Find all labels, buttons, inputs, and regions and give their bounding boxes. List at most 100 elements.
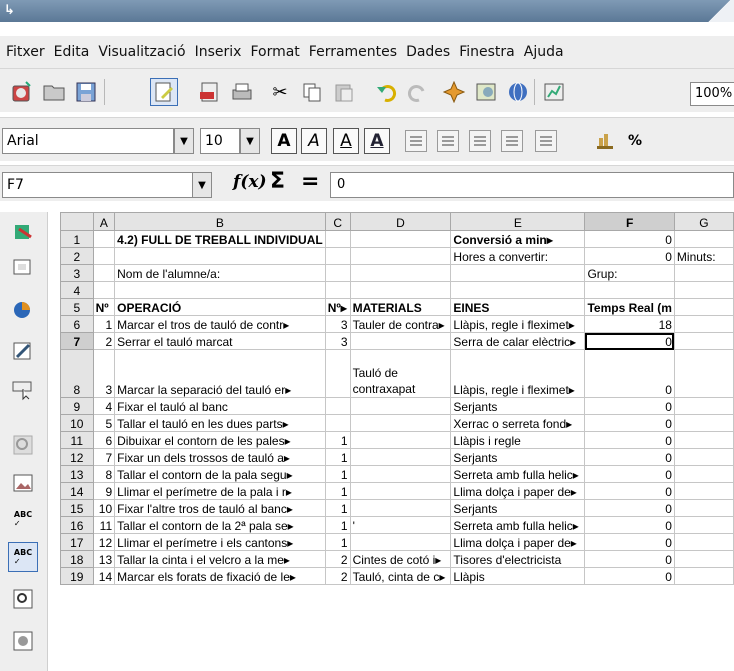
find-icon[interactable]	[8, 584, 38, 614]
align-right-icon[interactable]	[469, 130, 491, 152]
column-header[interactable]: A	[92, 212, 116, 231]
cell-a[interactable]: 9	[92, 482, 116, 500]
export-pdf-icon[interactable]	[196, 78, 224, 106]
cell-d[interactable]	[349, 431, 452, 449]
cell-e[interactable]: Tisores d'electricista	[450, 550, 586, 568]
row-header[interactable]: 17	[60, 533, 94, 551]
cell-g[interactable]	[673, 230, 734, 248]
menu-inserix[interactable]: Inserix	[193, 44, 249, 60]
cell-b[interactable]: Llimar el perímetre i els cantons▸	[114, 533, 326, 551]
cell-b[interactable]: Tallar la cinta i el velcro a la me▸	[114, 550, 326, 568]
cell-f[interactable]: 0	[584, 482, 675, 500]
cell-b[interactable]: Dibuixar el contorn de les pales▸	[114, 431, 326, 449]
cell-f[interactable]: 18	[584, 315, 675, 333]
cell-c[interactable]	[324, 281, 351, 299]
cell-c[interactable]: 3	[324, 332, 351, 350]
cell-d[interactable]	[349, 482, 452, 500]
cell-d[interactable]: MATERIALS	[349, 298, 452, 316]
cell-f[interactable]: 0	[584, 448, 675, 466]
cell-b[interactable]	[114, 281, 326, 299]
cell-c[interactable]: 1	[324, 533, 351, 551]
cell-f[interactable]: 0	[584, 230, 675, 248]
cell-d[interactable]: Cintes de cotó i▸	[349, 550, 452, 568]
cell-b[interactable]	[114, 247, 326, 265]
cell-g[interactable]	[673, 349, 734, 398]
row-header[interactable]: 4	[60, 281, 94, 299]
row-header[interactable]: 11	[60, 431, 94, 449]
formula-button[interactable]: =	[301, 169, 319, 194]
cell-b[interactable]: OPERACIÓ	[114, 298, 326, 316]
column-header[interactable]: G	[673, 212, 734, 231]
menu-dades[interactable]: Dades	[404, 44, 457, 60]
cell-c[interactable]	[324, 230, 351, 248]
cell-f[interactable]: 0	[584, 247, 675, 265]
print-icon[interactable]	[228, 78, 256, 106]
cell-e[interactable]: Serreta amb fulla helic▸	[450, 516, 586, 534]
cell-b[interactable]: Fixar un dels trossos de tauló a▸	[114, 448, 326, 466]
row-header[interactable]: 16	[60, 516, 94, 534]
cell-b[interactable]: 4.2) FULL DE TREBALL INDIVIDUAL	[114, 230, 326, 248]
image-icon[interactable]	[8, 468, 38, 498]
cell-d[interactable]	[349, 499, 452, 517]
cell-c[interactable]: 2	[324, 567, 351, 585]
font-name-field[interactable]: Arial	[2, 128, 174, 154]
cell-c[interactable]: 1	[324, 448, 351, 466]
row-header[interactable]: 14	[60, 482, 94, 500]
cell-c[interactable]	[324, 397, 351, 415]
cell-e[interactable]: Llàpis i regle	[450, 431, 586, 449]
cell-b[interactable]: Tallar el contorn de la pala segu▸	[114, 465, 326, 483]
navigator-icon[interactable]	[440, 78, 468, 106]
row-header[interactable]: 9	[60, 397, 94, 415]
cell-e[interactable]: Serjants	[450, 499, 586, 517]
cell-d[interactable]: Tauló, cinta de c▸	[349, 567, 452, 585]
cell-f[interactable]: Temps Real (m	[584, 298, 675, 316]
cell-f[interactable]: 0	[584, 397, 675, 415]
redo-icon[interactable]	[404, 78, 432, 106]
cell-g[interactable]	[673, 298, 734, 316]
cell-a[interactable]: 5	[92, 414, 116, 432]
cell-c[interactable]: 3	[324, 315, 351, 333]
row-header[interactable]: 15	[60, 499, 94, 517]
cell-e[interactable]: Xerrac o serreta fond▸	[450, 414, 586, 432]
insert-chart-icon[interactable]	[8, 294, 38, 324]
open-folder-icon[interactable]	[40, 78, 68, 106]
cell-e[interactable]: Serjants	[450, 397, 586, 415]
bold-button[interactable]: A	[271, 128, 297, 154]
font-size-dropdown[interactable]: ▼	[240, 128, 260, 154]
new-document-icon[interactable]	[8, 78, 36, 106]
font-size-field[interactable]: 10	[200, 128, 240, 154]
cell-e[interactable]: Llàpis, regle i fleximet▸	[450, 349, 586, 398]
data-sources-sidebar-icon[interactable]	[8, 626, 38, 656]
cell-e[interactable]: Llima dolça i paper de▸	[450, 482, 586, 500]
column-header[interactable]: E	[450, 212, 586, 231]
gallery-icon[interactable]	[472, 78, 500, 106]
cell-a[interactable]: Nº	[92, 298, 116, 316]
chart-icon[interactable]	[540, 78, 568, 106]
row-header[interactable]: 18	[60, 550, 94, 568]
underline-button[interactable]: A	[333, 128, 359, 154]
zoom-field[interactable]: 100%	[690, 82, 734, 106]
cell-f[interactable]: 0	[584, 516, 675, 534]
zoom-tool-icon[interactable]	[8, 430, 38, 460]
cell-g[interactable]	[673, 465, 734, 483]
form-button-icon[interactable]	[8, 376, 38, 406]
cell-a[interactable]: 2	[92, 332, 116, 350]
cell-reference-dropdown[interactable]: ▼	[192, 172, 212, 198]
cell-d[interactable]	[349, 230, 452, 248]
cell-e[interactable]: Llima dolça i paper de▸	[450, 533, 586, 551]
autospellcheck-icon[interactable]: ABC ✓	[8, 542, 38, 572]
cell-d[interactable]	[349, 332, 452, 350]
cell-d[interactable]	[349, 264, 452, 282]
draw-icon[interactable]	[8, 336, 38, 366]
cell-b[interactable]: Marcar la separació del tauló er▸	[114, 349, 326, 398]
cell-g[interactable]	[673, 332, 734, 350]
font-name-dropdown[interactable]: ▼	[174, 128, 194, 154]
cell-reference-box[interactable]: F7	[2, 172, 212, 198]
cell-a[interactable]: 13	[92, 550, 116, 568]
cell-d[interactable]	[349, 465, 452, 483]
cell-e[interactable]: Conversió a min▸	[450, 230, 586, 248]
cell-c[interactable]: 1	[324, 499, 351, 517]
insert-object-icon[interactable]	[8, 252, 38, 282]
paste-icon[interactable]	[330, 78, 358, 106]
cell-g[interactable]	[673, 431, 734, 449]
